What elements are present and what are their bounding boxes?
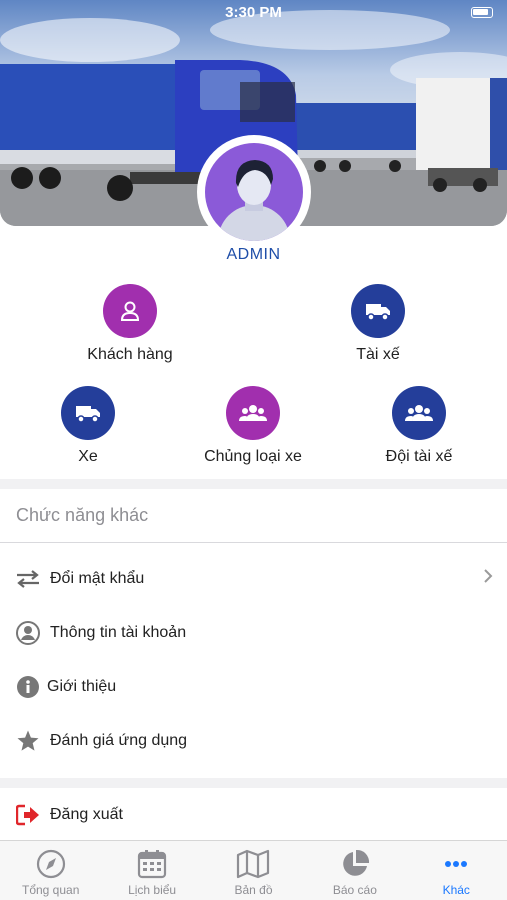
info-icon [15,674,41,700]
more-dots-icon [445,861,468,867]
map-icon [237,849,270,879]
chevron-right-icon [484,569,493,583]
vehicle-button[interactable] [61,386,115,440]
menu-change-password[interactable]: Đổi mật khẩu [0,552,507,606]
menu-about[interactable]: Giới thiệu [0,660,507,714]
section-divider [0,479,507,489]
tab-label: Lịch biểu [128,883,177,897]
group-icon [239,405,267,421]
battery-icon [471,7,493,18]
section-title: Chức năng khác [16,505,149,525]
menu-label: Đánh giá ứng dụng [50,732,188,749]
person-avatar-icon [218,160,290,241]
compass-icon [36,849,65,879]
feature-label: Tài xế [356,346,400,363]
avatar[interactable] [205,143,303,241]
logout-icon [15,802,41,828]
feature-label: Đội tài xế [385,448,453,465]
tab-label: Tổng quan [22,883,80,897]
menu-label: Thông tin tài khoản [50,624,187,641]
pie-chart-icon [343,849,369,876]
menu-label: Giới thiệu [47,678,117,695]
feature-label: Chủng loại xe [204,448,302,465]
feature-label: Xe [78,448,98,465]
feature-chung-loai-xe[interactable]: Chủng loại xe [178,386,328,466]
section-divider [0,778,507,788]
account-circle-icon [15,620,41,646]
tab-report[interactable]: Báo cáo [304,841,405,900]
status-time: 3:30 PM [225,4,282,21]
star-icon [15,728,41,754]
tab-overview[interactable]: Tổng quan [0,841,101,900]
feature-doi-tai-xe[interactable]: Đội tài xế [344,386,494,466]
menu-account-info[interactable]: Thông tin tài khoản [0,606,507,660]
customer-button[interactable] [103,284,157,338]
menu-label: Đổi mật khẩu [50,570,145,587]
truck-icon [76,406,100,423]
feature-label: Khách hàng [87,346,173,363]
tab-label: Bản đồ [234,883,273,897]
tab-label: Khác [442,883,470,897]
tab-more[interactable]: Khác [406,841,507,900]
tab-schedule[interactable]: Lịch biểu [101,841,202,900]
driver-team-button[interactable] [392,386,446,440]
divider [0,542,507,543]
feature-khach-hang[interactable]: Khách hàng [55,284,205,364]
driver-button[interactable] [351,284,405,338]
calendar-icon [137,850,167,879]
menu-logout[interactable]: Đăng xuất [0,788,507,842]
group-icon [405,405,433,421]
profile-screen: 3:30 PM ADMIN Khách hàng Tài xế Xe Chủng… [0,0,507,900]
menu-label: Đăng xuất [50,806,123,823]
menu-rate-app[interactable]: Đánh giá ứng dụng [0,714,507,768]
tab-label: Báo cáo [332,883,377,897]
truck-icon [366,304,390,321]
swap-arrows-icon [15,566,41,592]
user-icon [120,301,140,321]
tab-bar: Tổng quan Lịch biểu Bản đồ Báo cáo Khác [0,840,507,900]
vehicle-type-button[interactable] [226,386,280,440]
tab-map[interactable]: Bản đồ [203,841,304,900]
feature-tai-xe[interactable]: Tài xế [303,284,453,364]
feature-xe[interactable]: Xe [13,386,163,466]
profile-name: ADMIN [226,246,281,263]
